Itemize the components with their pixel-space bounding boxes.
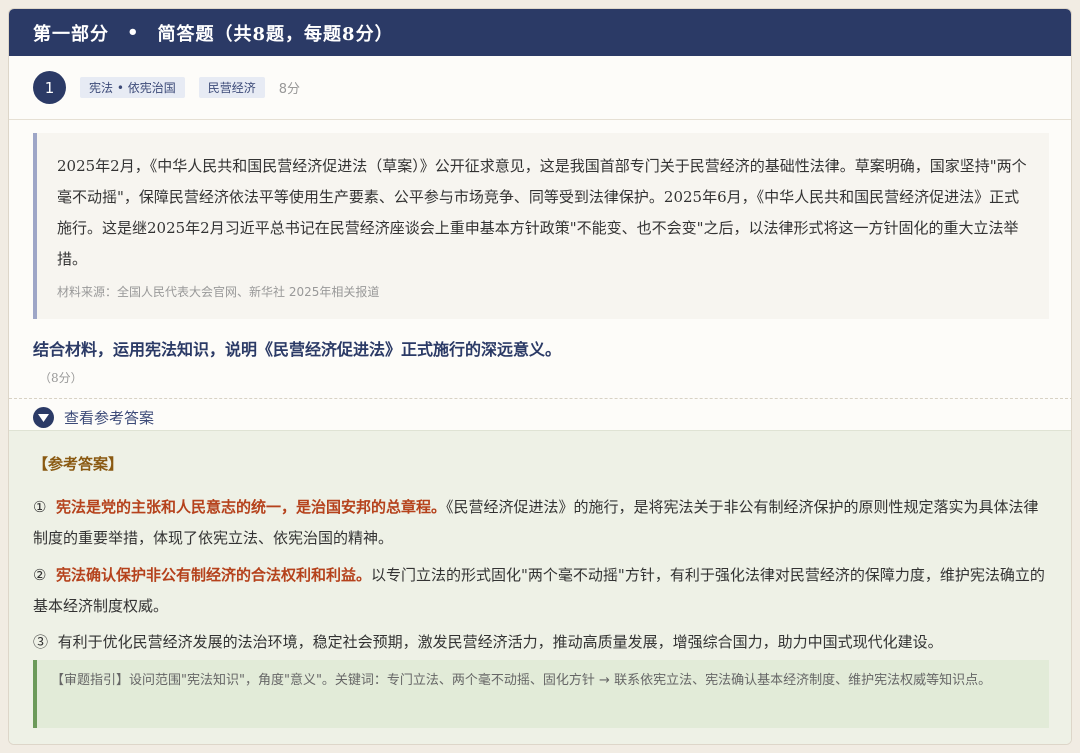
toggle-label: 查看参考答案 xyxy=(64,409,155,427)
answer-num: ① xyxy=(33,498,47,516)
answer-item: ③ 有利于优化民营经济发展的法治环境，稳定社会预期，激发民营经济活力，推动高质量… xyxy=(33,627,1049,658)
section-header: 第一部分 • 简答题（共8题，每题8分） xyxy=(9,9,1071,56)
answer-num: ③ xyxy=(33,633,49,651)
chevron-down-icon xyxy=(33,407,54,428)
question-number: 1 xyxy=(33,71,66,104)
question-header: 1 宪法 • 依宪治国 民营经济 8分 xyxy=(9,56,1071,120)
tag-private-economy: 民营经济 xyxy=(198,77,265,98)
answer-title: 【参考答案】 xyxy=(33,455,124,473)
material-box: 2025年2月，《中华人民共和国民营经济促进法（草案）》公开征求意见，这是我国首… xyxy=(33,133,1049,319)
material-source: 材料来源：全国人民代表大会官网、新华社 2025年相关报道 xyxy=(57,285,380,299)
hint-box: 【审题指引】设问范围"宪法知识"，角度"意义"。关键词：专门立法、两个毫不动摇、… xyxy=(33,660,1049,728)
answer-item: ① 宪法是党的主张和人民意志的统一，是治国安邦的总章程。《民营经济促进法》的施行… xyxy=(33,492,1049,554)
question-score: 8分 xyxy=(278,82,301,97)
tag-constitution: 宪法 • 依宪治国 xyxy=(80,77,185,98)
section-dot: • xyxy=(127,22,140,43)
answer-highlight: 宪法确认保护非公有制经济的合法权利和利益。 xyxy=(56,566,372,584)
prompt-score: （8分） xyxy=(39,371,83,385)
material-text: 2025年2月，《中华人民共和国民营经济促进法（草案）》公开征求意见，这是我国首… xyxy=(57,157,1027,268)
answer-num: ② xyxy=(33,566,47,584)
answer-highlight: 宪法是党的主张和人民意志的统一，是治国安邦的总章程。 xyxy=(56,498,447,516)
answer-item: ② 宪法确认保护非公有制经济的合法权利和利益。以专门立法的形式固化"两个毫不动摇… xyxy=(33,560,1049,622)
answer-text: 有利于优化民营经济发展的法治环境，稳定社会预期，激发民营经济活力，推动高质量发展… xyxy=(57,633,943,651)
question-prompt: 结合材料，运用宪法知识，说明《民营经济促进法》正式施行的深远意义。 xyxy=(33,340,562,359)
section-part: 第一部分 xyxy=(33,23,109,45)
question-card: 第一部分 • 简答题（共8题，每题8分） 1 宪法 • 依宪治国 民营经济 8分… xyxy=(8,8,1072,745)
toggle-answer-button[interactable]: 查看参考答案 xyxy=(33,407,154,428)
answer-panel: 【参考答案】 ① 宪法是党的主张和人民意志的统一，是治国安邦的总章程。《民营经济… xyxy=(9,430,1071,744)
divider xyxy=(9,398,1071,399)
section-desc: 简答题（共8题，每题8分） xyxy=(157,23,394,45)
